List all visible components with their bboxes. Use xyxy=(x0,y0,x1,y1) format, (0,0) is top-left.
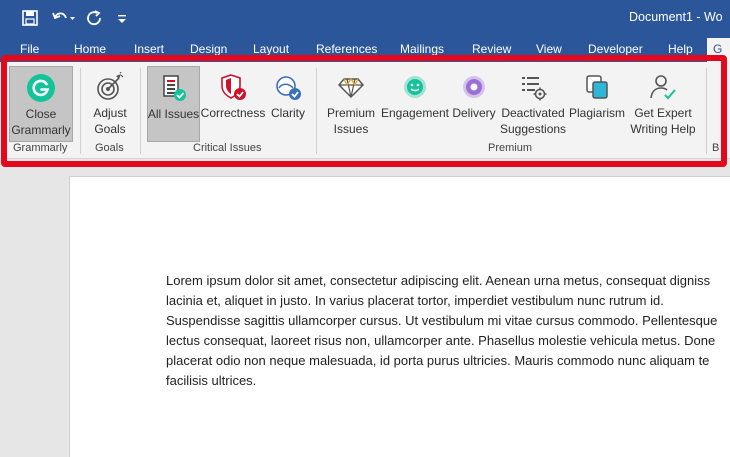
shield-icon xyxy=(217,71,249,103)
diamond-icon xyxy=(335,71,367,103)
grammarly-logo-icon xyxy=(25,72,57,104)
title-bar: Document1 - Wo xyxy=(0,0,730,36)
tab-grammarly[interactable]: G xyxy=(707,38,730,62)
save-icon[interactable] xyxy=(20,8,40,28)
tab-help[interactable]: Help xyxy=(668,42,693,56)
document-title: Document1 - Wo xyxy=(629,10,723,24)
tab-insert[interactable]: Insert xyxy=(134,42,164,56)
group-label-truncated: B xyxy=(712,142,720,154)
document-line: Lorem ipsum dolor sit amet, consectetur … xyxy=(166,273,711,288)
deactivated-suggestions-label: Deactivated Suggestions xyxy=(500,106,567,136)
customize-icon[interactable] xyxy=(115,8,129,28)
engagement-icon xyxy=(399,71,431,103)
expert-person-icon xyxy=(647,71,679,103)
ribbon: Close Grammarly Grammarly Adjust Goals G… xyxy=(0,62,730,159)
tab-references[interactable]: References xyxy=(316,42,377,56)
clarity-icon xyxy=(272,71,304,103)
document-line: Suspendisse sagittis ullamcorper cursus.… xyxy=(166,313,718,328)
engagement-button[interactable]: Engagement xyxy=(381,66,449,142)
get-expert-help-button[interactable]: Get Expert Writing Help xyxy=(628,66,698,142)
group-label-goals: Goals xyxy=(95,142,124,154)
menu-bar: File Home Insert Design Layout Reference… xyxy=(0,36,730,62)
all-issues-button[interactable]: All Issues xyxy=(147,66,200,142)
delivery-button[interactable]: Delivery xyxy=(451,66,497,142)
delivery-label: Delivery xyxy=(452,106,496,120)
document-page[interactable]: Lorem ipsum dolor sit amet, consectetur … xyxy=(69,176,730,457)
delivery-icon xyxy=(458,71,490,103)
tab-developer[interactable]: Developer xyxy=(588,42,643,56)
group-separator xyxy=(706,68,707,154)
target-icon xyxy=(94,71,126,103)
deactivated-suggestions-button[interactable]: Deactivated Suggestions xyxy=(499,66,567,142)
plagiarism-label: Plagiarism xyxy=(568,106,625,120)
adjust-goals-label: Adjust Goals xyxy=(93,106,127,136)
group-separator xyxy=(316,68,317,154)
tab-view[interactable]: View xyxy=(536,42,562,56)
premium-issues-label: Premium Issues xyxy=(326,106,375,136)
list-settings-icon xyxy=(517,71,549,103)
close-grammarly-label: Close Grammarly xyxy=(11,107,71,137)
document-line: lacinia et, aliquet in justo. In varius … xyxy=(166,293,664,308)
get-expert-help-label: Get Expert Writing Help xyxy=(630,106,696,136)
engagement-label: Engagement xyxy=(380,106,450,120)
group-label-premium: Premium xyxy=(488,142,533,154)
document-line: placerat odio non neque malesuada, id po… xyxy=(166,353,710,368)
group-separator xyxy=(80,68,81,154)
tab-layout[interactable]: Layout xyxy=(253,42,289,56)
tab-file[interactable]: File xyxy=(20,42,39,56)
group-label-grammarly: Grammarly xyxy=(13,142,68,154)
premium-issues-button[interactable]: Premium Issues xyxy=(323,66,379,142)
close-grammarly-button[interactable]: Close Grammarly xyxy=(9,66,73,142)
undo-icon[interactable] xyxy=(50,8,76,28)
tab-home[interactable]: Home xyxy=(74,42,106,56)
correctness-button[interactable]: Correctness xyxy=(201,66,265,142)
all-issues-label: All Issues xyxy=(147,107,200,121)
plagiarism-icon xyxy=(581,71,613,103)
correctness-label: Correctness xyxy=(200,106,266,120)
clarity-label: Clarity xyxy=(270,106,305,120)
document-line: facilisis ultrices. xyxy=(166,373,257,388)
tab-design[interactable]: Design xyxy=(190,42,227,56)
redo-icon[interactable] xyxy=(85,8,105,28)
plagiarism-button[interactable]: Plagiarism xyxy=(567,66,627,142)
group-separator xyxy=(140,68,141,154)
tab-mailings[interactable]: Mailings xyxy=(400,42,444,56)
document-line: lectus consequat, laoreet risus non, ull… xyxy=(166,333,716,348)
clarity-button[interactable]: Clarity xyxy=(267,66,309,142)
group-label-critical-issues: Critical Issues xyxy=(193,142,262,154)
all-issues-icon xyxy=(158,72,190,104)
tab-review[interactable]: Review xyxy=(472,42,511,56)
adjust-goals-button[interactable]: Adjust Goals xyxy=(86,66,134,142)
